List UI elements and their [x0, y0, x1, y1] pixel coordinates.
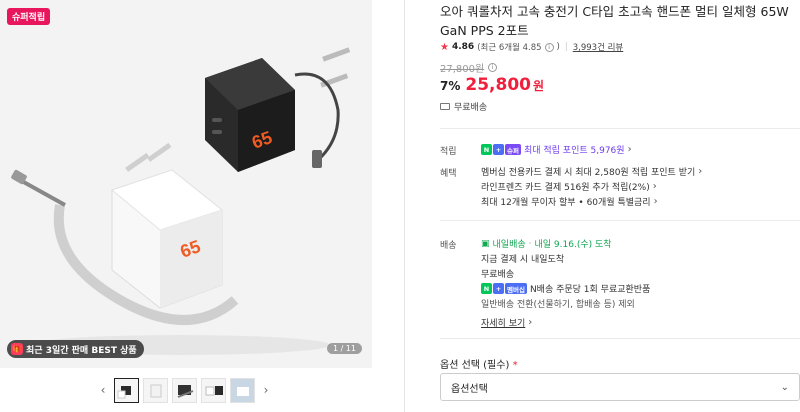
original-price-row: 27,800원 i [440, 60, 498, 75]
benefit-line-text: 멤버십 전용카드 결제 시 최대 2,580원 적립 포인트 받기 [481, 168, 696, 178]
rating-row: ★ 4.86 (최근 6개월 4.85 i ) | 3,993건 리뷰 [440, 41, 624, 54]
divider [440, 128, 800, 129]
thumbnail-strip: ‹ › [96, 377, 273, 403]
free-return-text: N배송 주문당 1회 무료교환반품 [529, 285, 651, 295]
info-icon[interactable]: i [544, 42, 554, 52]
chevron-right-icon[interactable]: › [259, 377, 273, 403]
chevron-right-icon: › [627, 144, 632, 155]
delivery-eta-row: ▣ 내일배송 · 내일 9.16.(수) 도착 [481, 237, 612, 251]
divider [440, 220, 800, 221]
benefit-line-3[interactable]: 최대 12개월 무이자 할부 • 60개월 특별금리 › [481, 195, 658, 208]
plus-icon: + [493, 283, 504, 294]
points-row[interactable]: N + 슈퍼 최대 적립 포인트 5,976원 › [481, 143, 632, 156]
delivery-label: 배송 [440, 241, 457, 251]
rating-score: 4.86 [451, 42, 475, 52]
rating-detail-close: ) [556, 42, 560, 52]
benefit-label: 혜택 [440, 169, 457, 179]
box-icon: ▣ [481, 238, 490, 249]
product-gallery: 65 65 슈퍼적립 🎁 최근 3일간 판매 BEST 상품 1 / 11 ‹ … [0, 0, 372, 412]
benefit-line-1[interactable]: 멤버십 전용카드 결제 시 최대 2,580원 적립 포인트 받기 › [481, 165, 702, 178]
delivery-tag: 내일배송 [492, 240, 526, 250]
more-link-text: 자세히 보기 [481, 319, 526, 329]
option-label-row: 옵션 선택 (필수) * [440, 356, 518, 371]
free-shipping-label: 무료배송 [454, 103, 488, 113]
gift-icon: 🎁 [11, 343, 23, 355]
naver-n-icon: N [481, 144, 492, 155]
thumbnail-2[interactable] [143, 377, 168, 403]
reviews-link[interactable]: 3,993건 리뷰 [573, 41, 624, 53]
charger-illustration: 65 65 [11, 47, 351, 355]
truck-icon [440, 103, 450, 110]
best-seller-label: 최근 3일간 판매 BEST 상품 [26, 345, 137, 356]
sale-price: 25,800 [465, 75, 531, 95]
option-select-value: 옵션선택 [451, 383, 488, 395]
chevron-right-icon: › [652, 181, 657, 192]
thumbnail-4[interactable] [201, 377, 226, 403]
info-icon[interactable]: i [488, 63, 498, 72]
delivery-line-1: 지금 결제 시 내일도착 [481, 255, 565, 265]
super-points-badge: 슈퍼적립 [7, 8, 51, 25]
separator: · [528, 238, 532, 249]
npay-tag: 슈퍼 [505, 144, 521, 155]
benefit-line-text: 최대 12개월 무이자 할부 • 60개월 특별금리 [481, 198, 651, 208]
membership-tag: 멤버십 [505, 283, 527, 294]
plus-icon: + [493, 144, 504, 155]
thumbnail-5[interactable] [230, 377, 255, 403]
rating-detail: (최근 6개월 4.85 [477, 43, 542, 53]
thumbnail-1[interactable] [114, 377, 139, 403]
required-mark: * [512, 360, 518, 371]
naver-n-icon: N [481, 283, 492, 294]
main-product-image[interactable]: 65 65 슈퍼적립 🎁 최근 3일간 판매 BEST 상품 1 / 11 [0, 0, 372, 368]
delivery-eta: 내일 9.16.(수) 도착 [534, 240, 612, 250]
chevron-down-icon: ⌄ [780, 381, 789, 393]
best-seller-badge: 🎁 최근 3일간 판매 BEST 상품 [7, 340, 144, 358]
chevron-right-icon: › [698, 166, 703, 177]
separator: | [564, 42, 568, 52]
delivery-line-2: 무료배송 [481, 270, 515, 280]
option-select[interactable]: 옵션선택 ⌄ [440, 373, 800, 401]
delivery-line-3: N + 멤버십 N배송 주문당 1회 무료교환반품 [481, 282, 650, 295]
chevron-right-icon: › [653, 196, 658, 207]
image-counter: 1 / 11 [326, 343, 362, 354]
npay-badge: N + 멤버십 [481, 283, 527, 294]
column-divider [404, 0, 405, 412]
benefit-line-text: 라인프렌즈 카드 결제 516원 추가 적립(2%) [481, 183, 650, 193]
free-shipping-row: 무료배송 [440, 100, 487, 113]
original-price: 27,800원 [440, 64, 485, 75]
npay-badge: N + 슈퍼 [481, 144, 521, 155]
thumbnail-3[interactable] [172, 377, 197, 403]
points-label: 적립 [440, 147, 457, 157]
delivery-more-link[interactable]: 자세히 보기 › [481, 316, 532, 329]
product-title: 오아 쿼롤차저 고속 충전기 C타입 초고속 핸드폰 멀티 일체형 65W Ga… [440, 4, 789, 38]
price-row: 7% 25,800 원 [440, 75, 544, 95]
option-label: 옵션 선택 (필수) [440, 360, 510, 371]
divider [440, 338, 800, 339]
delivery-line-4: 일반배송 전환(선물하기, 합배송 등) 제외 [481, 300, 635, 310]
chevron-left-icon[interactable]: ‹ [96, 377, 110, 403]
max-points-text: 최대 적립 포인트 5,976원 [523, 146, 625, 156]
benefit-line-2[interactable]: 라인프렌즈 카드 결제 516원 추가 적립(2%) › [481, 180, 657, 193]
chevron-right-icon: › [528, 317, 533, 328]
price-unit: 원 [532, 79, 545, 93]
product-details: 오아 쿼롤차저 고속 충전기 C타입 초고속 핸드폰 멀티 일체형 65W Ga… [440, 0, 800, 412]
star-icon: ★ [440, 41, 449, 53]
discount-rate: 7% [440, 79, 461, 93]
